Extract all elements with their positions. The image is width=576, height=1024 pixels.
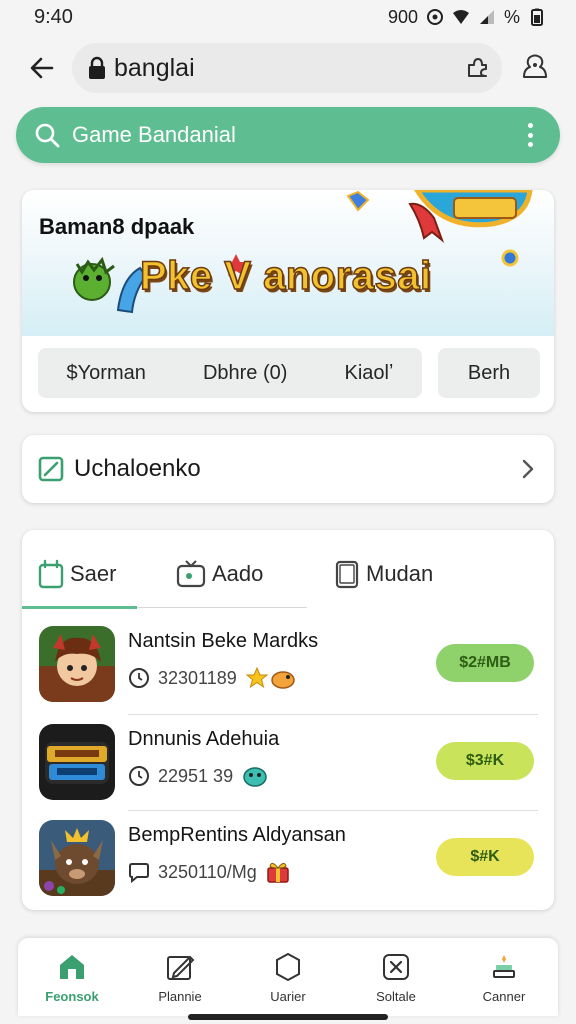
device-icon [335,560,359,589]
search-icon [35,123,60,148]
row-divider [128,714,538,715]
app-meta: 32301189 [128,666,297,690]
tab-aado[interactable]: Aado [176,550,263,598]
tab-aado-label: Aado [212,561,264,586]
profile-icon[interactable] [520,53,550,83]
nav-item-uarier[interactable]: Uarier [243,951,333,1004]
tab-divider [137,607,307,608]
app-price-button[interactable]: $3#K [436,742,534,780]
home-icon [60,954,84,979]
search-input[interactable]: Game Bandanial [72,122,520,148]
app-name: Dnnunis Adehuia [128,728,280,750]
signal-icon [479,10,494,24]
star-icon [245,666,269,689]
app-meta-text: 32301189 [158,667,237,688]
app-meta: 3250110/Mg [128,860,291,884]
notification-icon [426,9,443,25]
chip-dbhre[interactable]: Dbhre (0) [203,362,287,385]
tab-saer[interactable]: Saer [38,550,116,598]
extension-icon[interactable] [464,55,490,81]
nav-label: Uarier [270,988,306,1004]
edit-square-icon [38,456,64,482]
nav-label: Plannie [158,988,202,1004]
back-button[interactable] [24,50,60,86]
row-divider [128,810,538,811]
active-tab-indicator [22,606,137,609]
battery-icon [531,8,543,26]
bottom-navigation: Feonsok Plannie Uarier Soltale Canner [18,938,558,1016]
chip-berh[interactable]: Berh [438,348,540,398]
gift-icon [267,862,289,883]
status-icons: 900 % [388,7,546,28]
nav-label: Soltale [376,988,416,1004]
edit-icon [167,955,195,980]
app-name: BempRentins Aldyansan [128,824,346,846]
banner-title: Pke V anorasai [139,253,432,299]
app-price-button[interactable]: $#K [436,838,534,876]
app-icon-beast [39,820,115,896]
app-meta-text: 3250110/Mg [158,861,257,882]
app-icon-warrior [39,626,115,702]
browser-toolbar: banglai [0,40,576,96]
stack-icon [493,954,515,978]
nav-item-plannie[interactable]: Plannie [135,951,225,1004]
tab-saer-label: Saer [70,561,117,586]
bird-icon [271,671,295,689]
nav-label: Feonsok [45,988,99,1004]
close-box-icon [383,953,409,980]
banner-chip-row: $Yorman Dbhre (0) Kiaolʼ Berh [38,348,540,398]
percent-symbol: % [503,6,520,27]
category-row[interactable]: Uchaloenko [22,435,554,503]
banner-subtitle: Baman8 dpaak [39,214,195,239]
category-label: Uchaloenko [74,455,201,482]
app-meta-text: 22951 39 [158,765,234,786]
app-row[interactable]: Nantsin Beke Mardks 32301189 $2#MB [22,626,554,722]
status-time: 9:40 [34,5,73,28]
back-arrow-icon [30,57,54,79]
app-row[interactable]: BempRentins Aldyansan 3250110/Mg $#K [22,820,554,916]
app-row[interactable]: Dnnunis Adehuia 22951 39 $3#K [22,724,554,820]
calendar-icon [38,559,64,589]
search-bar[interactable]: Game Bandanial [16,107,560,163]
app-icon-logo [39,724,115,800]
app-list-card: Saer Aado Mudan Nantsin Beke Mardks 3230… [22,530,554,910]
app-price-button[interactable]: $2#MB [436,644,534,682]
tab-bar: Saer Aado Mudan [22,550,554,610]
clock-icon [129,766,149,786]
battery-text: 900 [387,6,418,27]
home-indicator[interactable] [188,1014,388,1020]
lock-icon [89,56,105,79]
nav-item-soltale[interactable]: Soltale [351,951,441,1004]
chevron-right-icon [522,459,534,479]
tab-mudan[interactable]: Mudan [334,550,433,598]
featured-banner[interactable]: Baman8 dpaak Pke V anorasai $Yorman Dbhr… [22,190,554,412]
chip-kiaol[interactable]: Kiaolʼ [345,362,394,385]
chip-yorman[interactable]: $Yorman [67,362,146,385]
nav-item-canner[interactable]: Canner [459,951,549,1004]
app-name: Nantsin Beke Mardks [128,630,319,652]
wifi-icon [452,10,469,24]
nav-label: Canner [482,988,526,1004]
url-text: banglai [114,53,195,82]
more-options-icon[interactable] [520,121,540,149]
chat-bubble-icon [129,863,149,883]
creature-icon [243,767,267,787]
hexagon-icon [276,952,300,981]
url-field[interactable]: banglai [72,43,502,93]
nav-item-feonsok[interactable]: Feonsok [27,951,117,1004]
clock-icon [129,668,149,688]
tv-icon [176,560,206,588]
status-bar: 9:40 900 % [0,0,576,34]
app-meta: 22951 39 [128,764,269,788]
banner-chip-group: $Yorman Dbhre (0) Kiaolʼ [38,348,422,398]
tab-mudan-label: Mudan [366,561,434,586]
